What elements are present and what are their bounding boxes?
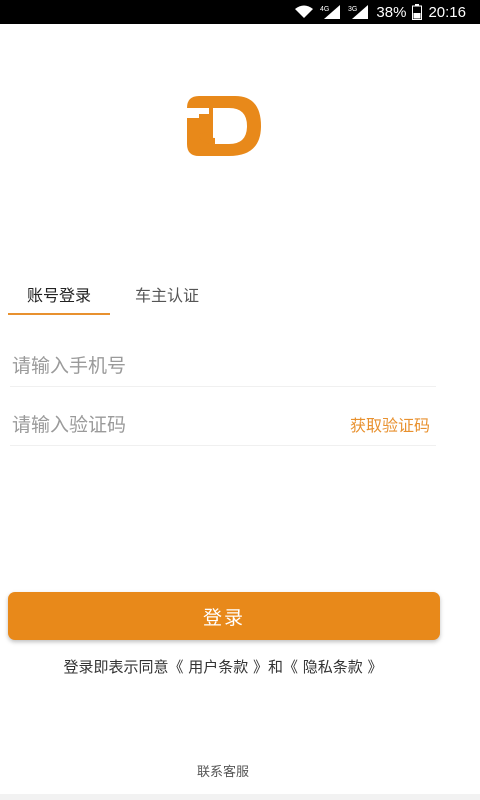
privacy-link[interactable]: 《 隐私条款 》 (283, 658, 383, 676)
login-tabs: 账号登录 车主认证 (8, 272, 472, 316)
contact-support-link[interactable]: 联系客服 (0, 761, 446, 780)
agreement-text: 登录即表示同意《 用户条款 》和《 隐私条款 》 (0, 656, 446, 677)
terms-link[interactable]: 《 用户条款 》 (168, 658, 268, 676)
phone-field-row (10, 345, 436, 387)
agreement-prefix: 登录即表示同意 (63, 658, 169, 676)
tab-account-login[interactable]: 账号登录 (8, 272, 110, 316)
phone-input[interactable] (10, 354, 310, 377)
signal-4g-label: 4G (320, 6, 329, 13)
tab-owner-verification[interactable]: 车主认证 (112, 272, 222, 316)
signal-3g-label: 3G (348, 6, 357, 13)
brand-logo-icon (185, 94, 263, 158)
battery-percent: 38% (376, 3, 407, 21)
login-button[interactable]: 登录 (8, 592, 440, 640)
wifi-icon (294, 5, 314, 19)
get-code-button[interactable]: 获取验证码 (350, 412, 430, 436)
battery-icon (412, 4, 423, 20)
active-tab-indicator (8, 313, 110, 315)
bottom-divider (0, 794, 480, 800)
signal-3g-icon: 3G (348, 4, 370, 20)
agreement-conjunction: 和 (268, 658, 284, 676)
code-field-row: 获取验证码 (10, 404, 436, 446)
signal-4g-icon: 4G (320, 4, 342, 20)
verification-code-input[interactable] (10, 413, 310, 436)
status-bar: 4G 3G 38% 20:16 (0, 0, 480, 24)
clock: 20:16 (428, 3, 466, 21)
